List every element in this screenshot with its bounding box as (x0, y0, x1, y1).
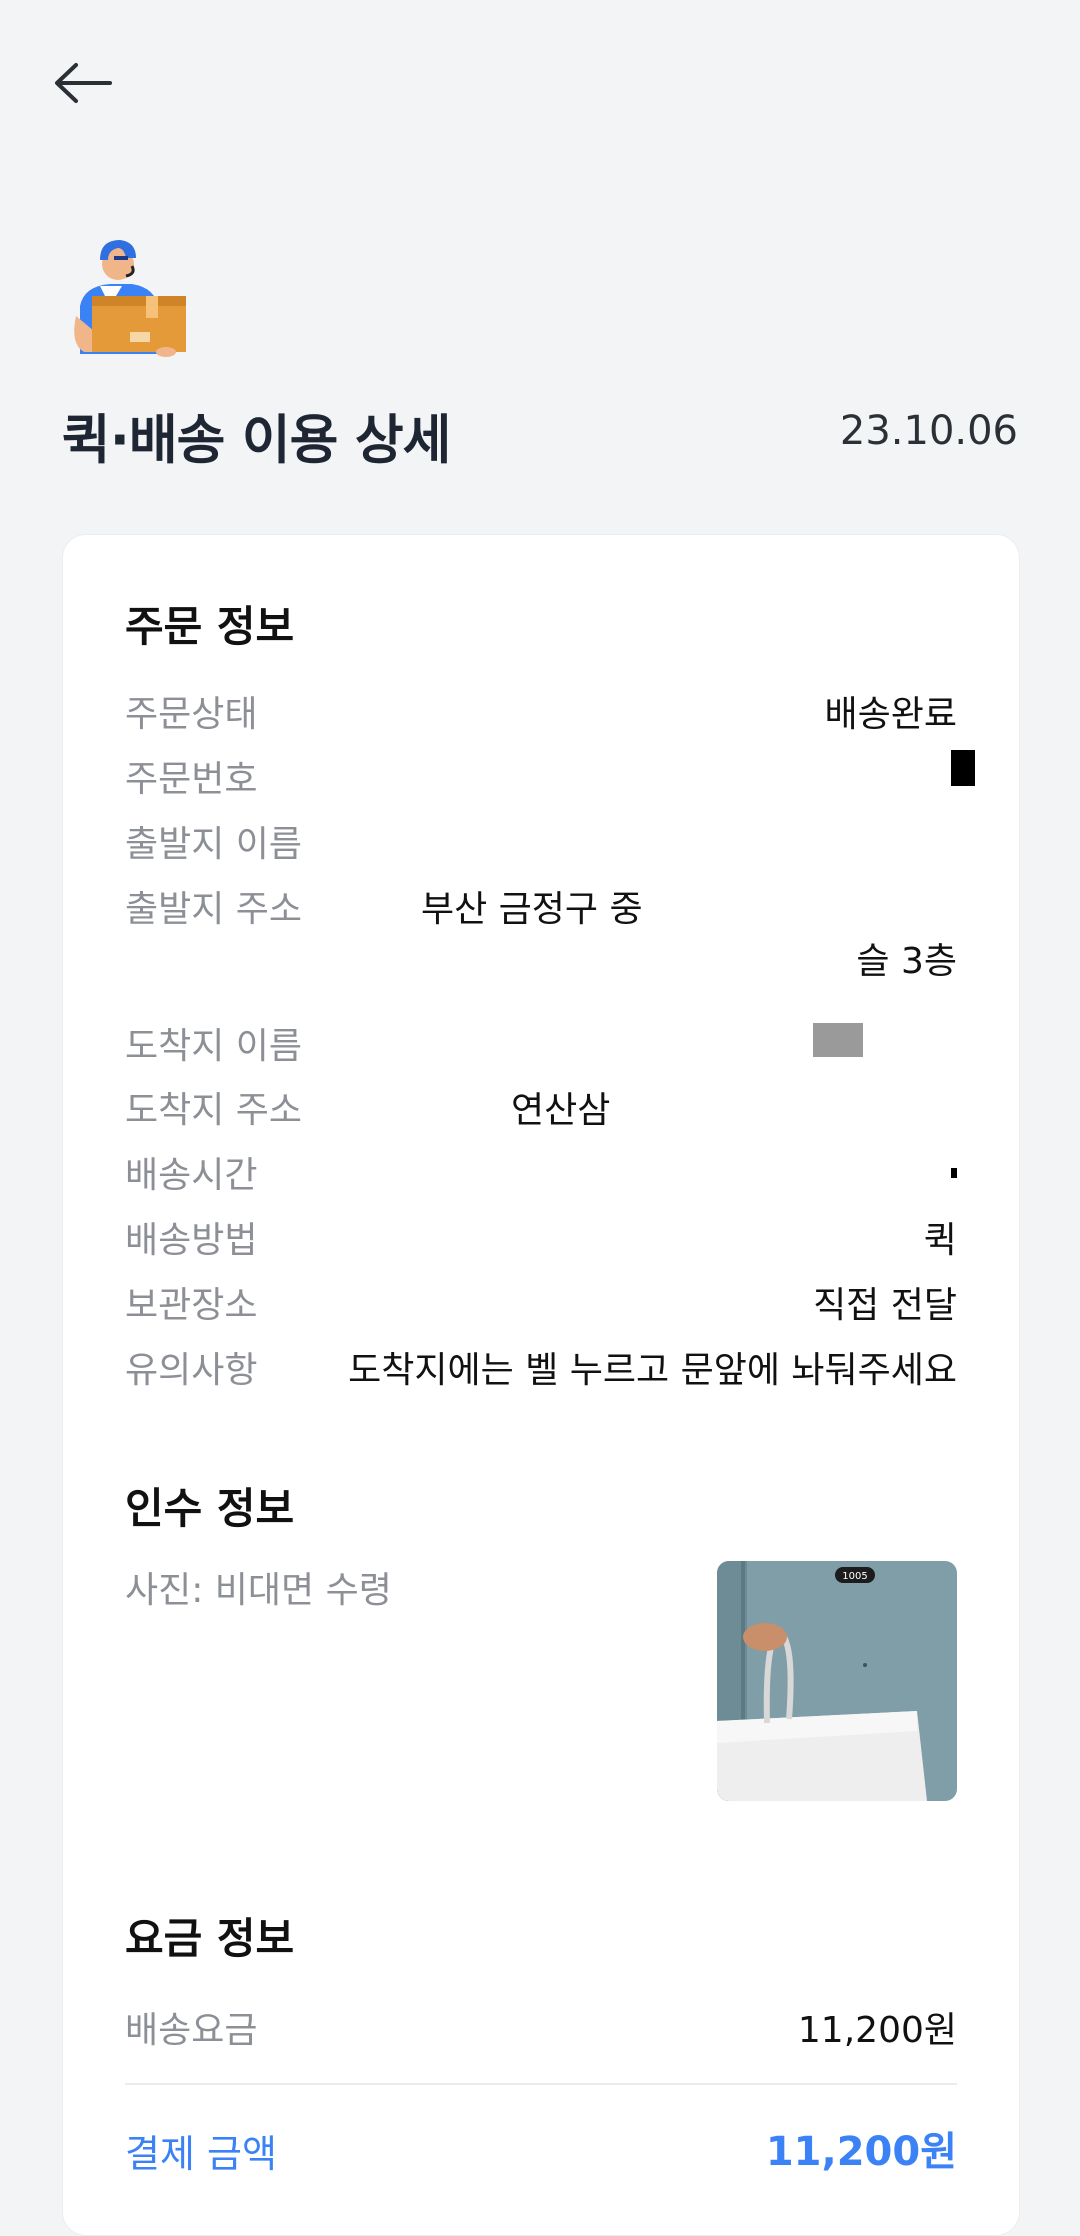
order-status-label: 주문상태 (125, 694, 258, 735)
storage-location-value: 직접 전달 (813, 1285, 957, 1326)
notes-label: 유의사항 (125, 1350, 258, 1391)
delivery-person-icon (70, 236, 198, 364)
origin-address-row: 출발지 주소 부산 금정구 중 슬 3층 (125, 880, 957, 990)
detail-card: 주문 정보 주문상태 배송완료 주문번호 출발지 이름 출발지 주소 부산 금정… (62, 534, 1020, 2236)
delivery-fee-row: 배송요금 11,200원 (125, 2001, 957, 2055)
redacted-destination-name (813, 1023, 863, 1057)
receipt-info-title: 인수 정보 (125, 1484, 295, 1533)
delivery-method-label: 배송방법 (125, 1220, 258, 1261)
delivery-time-row: 배송시간 (125, 1146, 957, 1200)
storage-location-row: 보관장소 직접 전달 (125, 1276, 957, 1330)
payment-amount-value: 11,200원 (765, 2129, 957, 2175)
destination-address-row: 도착지 주소 연산삼 (125, 1081, 957, 1135)
delivery-proof-photo[interactable]: 1005 (717, 1561, 957, 1801)
origin-address-line1: 부산 금정구 중 (421, 889, 643, 930)
delivery-method-row: 배송방법 퀵 (125, 1211, 957, 1265)
arrow-left-icon (52, 61, 112, 109)
photo-caption: 사진: 비대면 수령 (125, 1570, 392, 1611)
storage-location-label: 보관장소 (125, 1285, 258, 1326)
destination-address-label: 도착지 주소 (125, 1090, 303, 1131)
door-number: 1005 (842, 1571, 867, 1582)
origin-name-row: 출발지 이름 (125, 815, 957, 869)
order-status-value: 배송완료 (824, 694, 957, 735)
delivery-fee-label: 배송요금 (125, 2010, 258, 2051)
order-number-row: 주문번호 (125, 750, 975, 804)
fee-info-title: 요금 정보 (125, 1914, 295, 1963)
delivery-method-value: 퀵 (923, 1220, 957, 1261)
destination-name-row: 도착지 이름 (125, 1017, 957, 1071)
origin-address-label: 출발지 주소 (125, 889, 303, 930)
notes-value: 도착지에는 벨 누르고 문앞에 놔둬주세요 (348, 1350, 957, 1391)
destination-name-label: 도착지 이름 (125, 1026, 303, 1067)
redacted-order-number (951, 750, 975, 786)
delivery-time-label: 배송시간 (125, 1155, 258, 1196)
redacted-delivery-time (951, 1168, 957, 1178)
divider (125, 2083, 957, 2085)
order-number-label: 주문번호 (125, 759, 258, 800)
notes-row: 유의사항 도착지에는 벨 누르고 문앞에 놔둬주세요 (125, 1341, 957, 1395)
order-date: 23.10.06 (839, 408, 1018, 454)
order-info-title: 주문 정보 (125, 602, 295, 651)
delivery-fee-value: 11,200원 (797, 2010, 957, 2051)
page-title: 퀵·배송 이용 상세 (62, 410, 451, 471)
order-status-row: 주문상태 배송완료 (125, 685, 957, 739)
origin-name-label: 출발지 이름 (125, 824, 303, 865)
origin-address-line2: 슬 3층 (856, 941, 957, 982)
destination-address-value: 연산삼 (511, 1090, 611, 1131)
back-button[interactable] (52, 58, 116, 112)
payment-amount-label: 결제 금액 (125, 2132, 277, 2176)
